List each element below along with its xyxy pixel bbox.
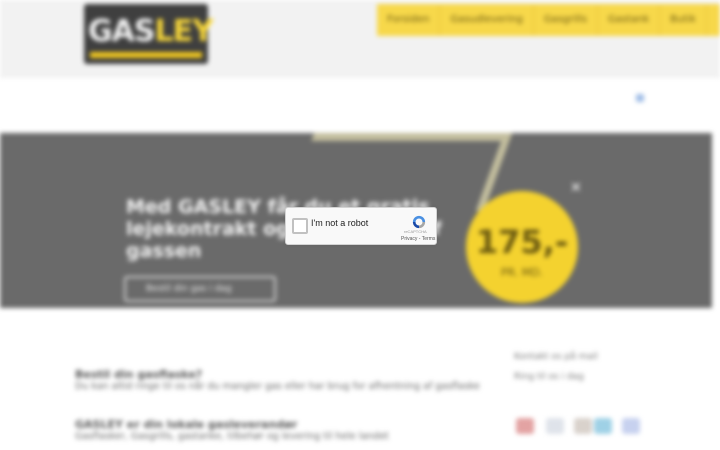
content-text-1: Du kan altid ringe til os når du mangler… bbox=[75, 381, 480, 392]
nav-item-shop[interactable]: Butik bbox=[660, 4, 707, 36]
twitter-icon[interactable] bbox=[546, 418, 564, 434]
nav-item-delivery[interactable]: Gasudlevering bbox=[440, 4, 534, 36]
recaptcha-label: I'm not a robot bbox=[311, 218, 369, 228]
logo-accent: LEY bbox=[154, 14, 213, 49]
recaptcha-terms-link[interactable]: Terms bbox=[422, 236, 436, 242]
content-heading-1: Bestil din gasflaske? bbox=[75, 368, 203, 381]
content-text-2: Gasflasker, Gasgrills, gastanke, tilbehø… bbox=[75, 431, 389, 442]
main-nav: Forsiden Gasudlevering Gasgrills Gastank… bbox=[377, 4, 720, 36]
sidebar-line-2: Ring til os i dag bbox=[514, 372, 584, 382]
price-value: 175,- bbox=[475, 223, 569, 261]
linkedin-icon[interactable] bbox=[594, 418, 612, 434]
menu-icon[interactable] bbox=[636, 94, 644, 102]
close-icon[interactable]: ✕ bbox=[570, 181, 584, 195]
facebook-icon[interactable] bbox=[622, 418, 640, 434]
site-header: GASLEY Forsiden Gasudlevering Gasgrills … bbox=[0, 0, 720, 78]
pinterest-icon[interactable] bbox=[574, 418, 592, 434]
instagram-icon[interactable] bbox=[516, 418, 534, 434]
nav-item-home[interactable]: Forsiden bbox=[377, 4, 441, 36]
nav-item-tank[interactable]: Gastank bbox=[598, 4, 661, 36]
sidebar-line-1: Kontakt os på mail bbox=[514, 352, 598, 362]
hero-cta-button[interactable]: Bestil din gas i dag bbox=[124, 276, 276, 302]
recaptcha-icon bbox=[412, 215, 426, 229]
logo-main: GAS bbox=[88, 14, 155, 49]
recaptcha-checkbox[interactable] bbox=[292, 218, 308, 234]
recaptcha-brand: reCAPTCHA bbox=[404, 229, 427, 234]
price-badge: 175,- PR. MD. bbox=[466, 191, 578, 303]
content-heading-2: GASLEY er din lokale gasleverandør bbox=[75, 418, 298, 431]
logo-stripe bbox=[90, 52, 202, 58]
recaptcha-privacy-link[interactable]: Privacy bbox=[401, 236, 417, 242]
price-unit: PR. MD. bbox=[500, 266, 544, 279]
recaptcha-links: Privacy - Terms bbox=[401, 236, 435, 242]
logo-text: GASLEY bbox=[88, 14, 214, 49]
nav-item-grills[interactable]: Gasgrills bbox=[534, 4, 598, 36]
recaptcha-widget: I'm not a robot reCAPTCHA Privacy - Term… bbox=[285, 207, 437, 245]
